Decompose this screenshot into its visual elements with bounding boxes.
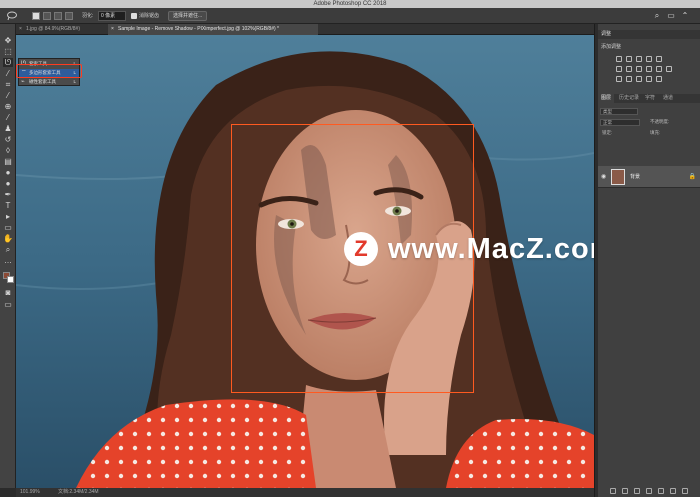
eraser-tool-icon[interactable]: ◊ [3,146,13,155]
subtract-selection-button[interactable] [54,12,62,20]
layer-thumbnail [611,169,625,185]
search-icon[interactable]: ⌕ [652,11,662,21]
close-icon[interactable]: × [19,24,22,35]
watermark-logo: Z [344,232,378,266]
tab-document-1[interactable]: × 1.jpg @ 84.9%(RGB/8#) [16,24,106,35]
blend-mode-select[interactable]: 正常 [600,119,640,126]
eyedropper-tool-icon[interactable]: ⁄ [3,91,13,100]
gradient-map-icon[interactable] [646,76,652,82]
rectangle-tool-icon[interactable]: ▭ [3,223,13,232]
select-mask-button[interactable]: 选择并遮住... [168,11,208,21]
link-layers-icon[interactable] [610,488,616,494]
brush-tool-icon[interactable]: ⁄ [3,113,13,122]
window-title: Adobe Photoshop CC 2018 [313,1,387,7]
tab-label: Sample Image - Remove Shadow - PIXimperf… [118,26,279,32]
posterize-icon[interactable] [626,76,632,82]
adjustment-layer-icon[interactable] [646,488,652,494]
path-select-tool-icon[interactable]: ▸ [3,212,13,221]
levels-icon[interactable] [626,56,632,62]
channel-mixer-icon[interactable] [656,66,662,72]
fill-label: 填充: [650,130,661,135]
threshold-icon[interactable] [636,76,642,82]
black-white-icon[interactable] [636,66,642,72]
document-tabs: × 1.jpg @ 84.9%(RGB/8#) × Sample Image -… [16,24,594,35]
highlight-box [16,64,82,78]
clone-stamp-tool-icon[interactable]: ♟ [3,124,13,133]
type-tool-icon[interactable]: T [3,201,13,210]
marquee-tool-icon[interactable]: ⬚ [3,47,13,56]
gradient-tool-icon[interactable]: ▤ [3,157,13,166]
tab-document-2[interactable]: × Sample Image - Remove Shadow - PIXimpe… [108,24,318,35]
tab-layers[interactable]: 图层 [598,94,615,103]
dodge-tool-icon[interactable]: ● [3,179,13,188]
group-icon[interactable] [658,488,664,494]
feather-label: 羽化: [82,13,94,19]
pen-tool-icon[interactable]: ✒ [3,190,13,199]
tab-history[interactable]: 历史记录 [616,94,642,103]
add-adjustment-title: 添加调整 [601,44,622,50]
adjustments-panel-header[interactable]: 调整 [598,30,700,39]
new-selection-button[interactable] [32,12,40,20]
intersect-selection-button[interactable] [65,12,73,20]
healing-brush-tool-icon[interactable]: ⊕ [3,102,13,111]
watermark: Z www.MacZ.com [344,232,594,266]
tab-channels[interactable]: 通道 [660,94,676,103]
brightness-icon[interactable] [616,56,622,62]
selective-color-icon[interactable] [656,76,662,82]
right-panels: 调整 添加调整 图层 历史记录 字符 通道 类型 正常 不透明度: 锁定: 填充… [598,24,700,497]
antialias-checkbox[interactable] [131,13,137,19]
mask-icon[interactable] [634,488,640,494]
layer-filter-select[interactable]: 类型 [600,108,638,115]
status-bar: 101.99% 文档:2.34M/2.34M [16,488,594,497]
history-brush-tool-icon[interactable]: ↺ [3,135,13,144]
antialias-label: 消除锯齿 [139,13,160,19]
menu-item-magnetic-lasso[interactable]: ⌁ 磁性套索工具 L [19,78,79,86]
title-bar: Adobe Photoshop CC 2018 [0,0,700,8]
photo-filter-icon[interactable] [646,66,652,72]
screen-mode-icon[interactable]: ▭ [3,300,13,309]
hand-tool-icon[interactable]: ✋ [3,234,13,243]
document-canvas[interactable]: Z www.MacZ.com [16,35,594,488]
opacity-label: 不透明度: [650,119,670,124]
zoom-level[interactable]: 101.99% [20,488,40,497]
magnetic-lasso-icon: ⌁ [21,79,25,85]
lock-icon[interactable]: 🔒 [689,166,696,188]
move-tool-icon[interactable]: ✥ [3,36,13,45]
color-balance-icon[interactable] [626,66,632,72]
crop-tool-icon[interactable]: ⌗ [3,80,13,89]
color-lookup-icon[interactable] [666,66,672,72]
background-color-swatch[interactable] [7,276,14,283]
exposure-icon[interactable] [646,56,652,62]
share-icon[interactable]: ⌃ [680,11,690,21]
fx-icon[interactable] [622,488,628,494]
eye-icon[interactable]: ◉ [601,166,606,188]
lasso-tool-icon[interactable]: ᘎ [3,58,13,67]
close-icon[interactable]: × [111,24,114,35]
document-size: 文档:2.34M/2.34M [58,489,99,495]
workspace-icon[interactable]: ▭ [666,11,676,21]
add-selection-button[interactable] [43,12,51,20]
blur-tool-icon[interactable]: ● [3,168,13,177]
lasso-tool-icon[interactable] [6,11,18,21]
watermark-text: www.MacZ.com [388,232,594,265]
more-tools-icon[interactable]: … [3,256,13,265]
feather-input[interactable]: 0 像素 [98,11,126,21]
layer-name: 背景 [630,174,641,180]
tools-panel: ✥ ⬚ ᘎ ⁄ ⌗ ⁄ ⊕ ⁄ ♟ ↺ ◊ ▤ ● ● ✒ T ▸ ▭ ✋ ⌕ … [0,24,16,488]
hue-saturation-icon[interactable] [616,66,622,72]
trash-icon[interactable] [682,488,688,494]
layer-row-background[interactable]: ◉ 背景 🔒 [598,166,700,188]
options-bar: 羽化: 0 像素 消除锯齿 选择并遮住... ⌕ ▭ ⌃ [0,8,700,24]
tab-label: 1.jpg @ 84.9%(RGB/8#) [26,26,80,32]
lock-label: 锁定: [602,130,613,135]
vibrance-icon[interactable] [656,56,662,62]
curves-icon[interactable] [636,56,642,62]
tab-character[interactable]: 字符 [642,94,658,103]
zoom-tool-icon[interactable]: ⌕ [3,245,13,254]
quick-select-tool-icon[interactable]: ⁄ [3,69,13,78]
quick-mask-icon[interactable]: ◙ [3,288,13,297]
invert-icon[interactable] [616,76,622,82]
new-layer-icon[interactable] [670,488,676,494]
layers-panel-header: 图层 历史记录 字符 通道 [598,94,700,103]
